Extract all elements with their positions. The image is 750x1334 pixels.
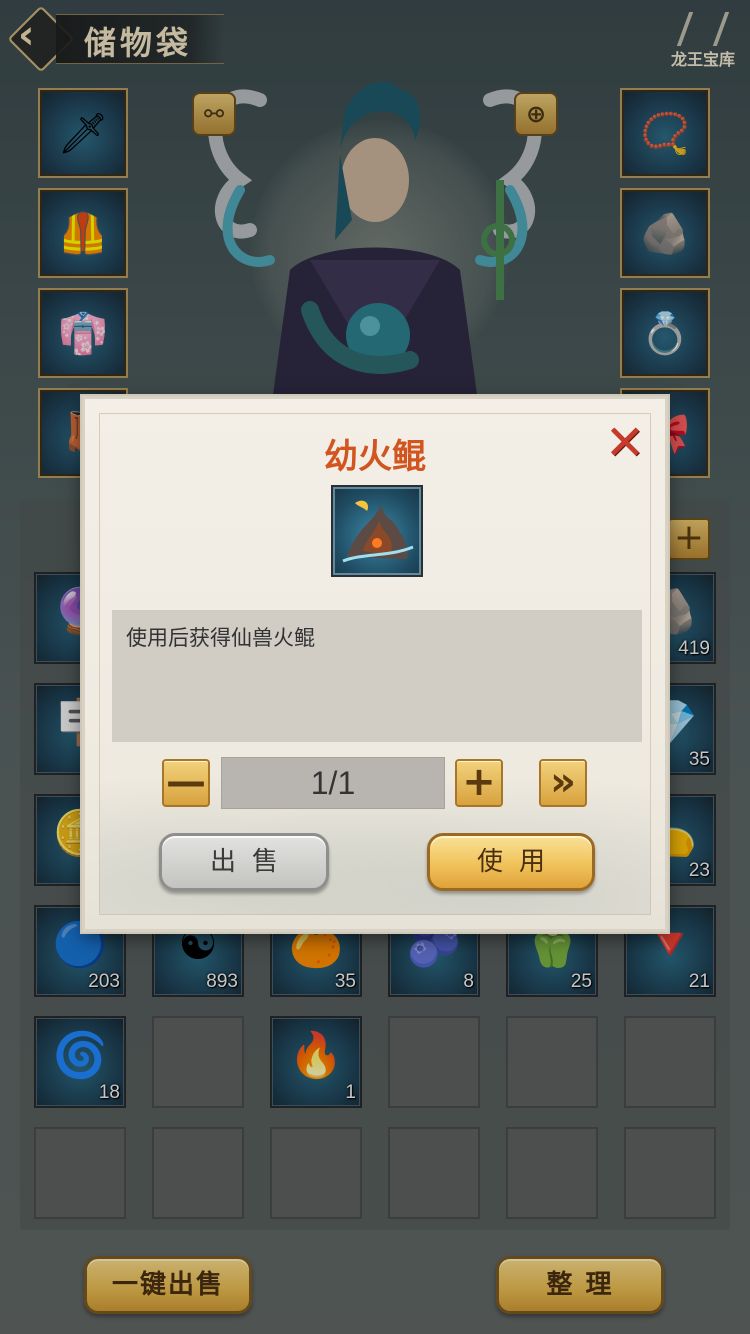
item-name: 幼火鲲	[324, 437, 426, 477]
close-icon[interactable]: ✕	[603, 419, 647, 467]
max-quantity-button[interactable]: »	[539, 759, 587, 807]
sell-button[interactable]: 出售	[159, 833, 329, 891]
decrease-quantity-button[interactable]: —	[162, 759, 210, 807]
use-button[interactable]: 使用	[427, 833, 595, 891]
item-icon-frame	[331, 485, 423, 577]
item-description: 使用后获得仙兽火鲲	[112, 610, 642, 742]
item-detail-dialog: 幼火鲲 ✕ 使用后获得仙兽火鲲 — 1/1 + » 出售 使用	[82, 396, 668, 932]
quantity-field[interactable]: 1/1	[221, 757, 445, 809]
fire-kun-egg-icon	[342, 500, 414, 563]
increase-quantity-button[interactable]: +	[455, 759, 503, 807]
description-text: 使用后获得仙兽火鲲	[126, 626, 315, 650]
